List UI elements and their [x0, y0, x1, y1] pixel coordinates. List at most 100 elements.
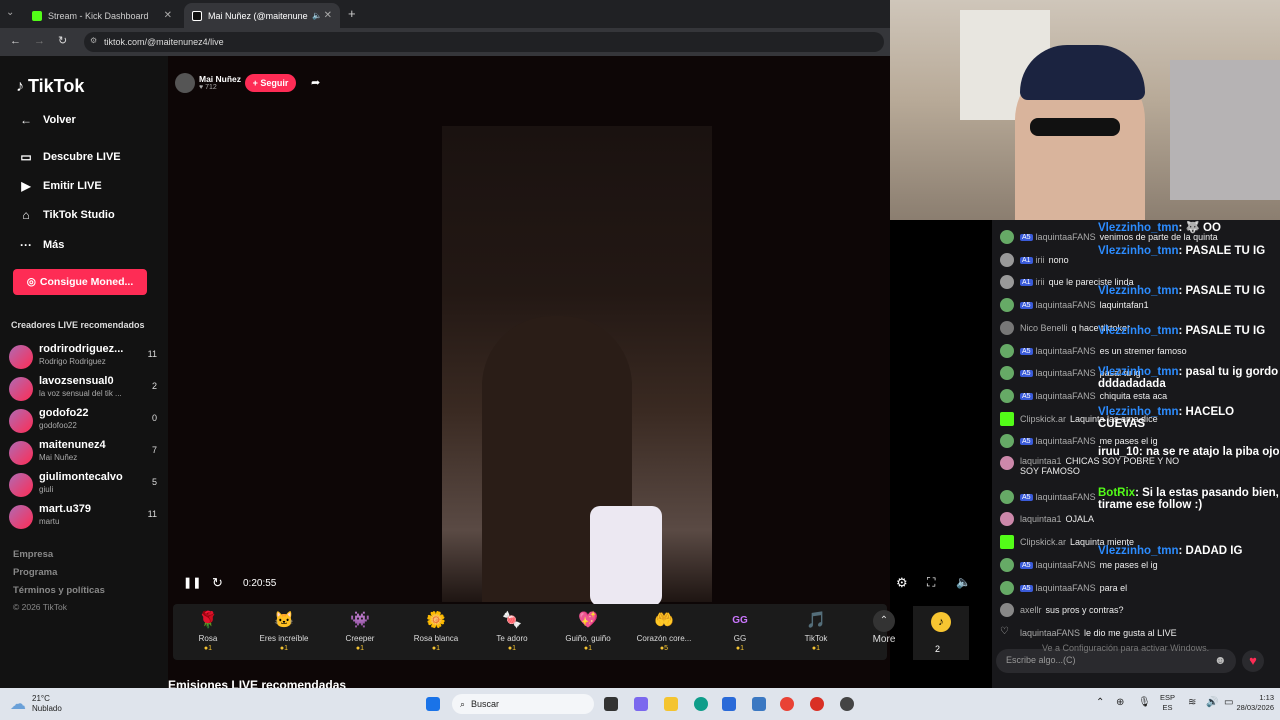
kick-username[interactable]: Vlezzinho_tmn [1098, 222, 1179, 234]
kick-username[interactable]: Vlezzinho_tmn [1098, 366, 1179, 378]
reload-icon[interactable]: ↻ [58, 34, 67, 47]
tab-kick-dashboard[interactable]: Stream - Kick Dashboard ✕ [24, 3, 180, 28]
nav-go-live[interactable]: ▶ Emitir LIVE [16, 179, 101, 193]
creator-item[interactable]: rodrirodriguez... Rodrigo Rodriguez 11 [9, 343, 161, 369]
file-explorer-icon[interactable] [664, 697, 678, 711]
nav-more[interactable]: ··· Más [16, 238, 64, 252]
kick-username[interactable]: Vlezzinho_tmn [1098, 245, 1179, 257]
kick-username[interactable]: Vlezzinho_tmn [1098, 406, 1179, 418]
speaker-icon[interactable]: 🔈 [312, 11, 322, 20]
gift-te-adoro[interactable]: 🍬 Te adoro ●1 [482, 604, 542, 660]
site-info-icon[interactable]: ⚙ [90, 36, 97, 45]
gift-rosa-blanca[interactable]: 🌼 Rosa blanca ●1 [406, 604, 466, 660]
chat-username[interactable]: Clipskick.ar [1020, 414, 1066, 424]
chat-username[interactable]: axellr [1020, 605, 1042, 615]
network-icon[interactable]: ⊕ [1116, 697, 1124, 708]
gift-corazon[interactable]: 🤲 Corazón core... ●5 [634, 604, 694, 660]
chevron-up-icon[interactable]: ⌃ [1096, 697, 1104, 708]
kick-username[interactable]: BotRix [1098, 487, 1135, 499]
chat-username[interactable]: irii [1036, 277, 1045, 287]
weather-widget[interactable]: ☁ 21°C Nublado [10, 694, 62, 714]
kick-username[interactable]: iruu_10 [1098, 446, 1139, 458]
task-view-icon[interactable] [604, 697, 618, 711]
store-icon[interactable] [722, 697, 736, 711]
kick-username[interactable]: Vlezzinho_tmn [1098, 325, 1179, 337]
chat-username[interactable]: laquintaaFANS [1036, 368, 1096, 378]
creator-item[interactable]: godofo22 godofoo22 0 [9, 407, 161, 433]
chat-username[interactable]: laquintaaFANS [1020, 628, 1080, 638]
new-tab-icon[interactable]: + [348, 6, 356, 21]
settings-gear-icon[interactable]: ⚙ [896, 575, 908, 591]
clock[interactable]: 1:13 28/03/2026 [1226, 693, 1274, 713]
chat-username[interactable]: laquintaaFANS [1036, 391, 1096, 401]
kick-username[interactable]: Vlezzinho_tmn [1098, 545, 1179, 557]
speaker-icon[interactable]: 🔊 [1206, 697, 1218, 708]
share-icon[interactable]: ➦ [311, 76, 320, 89]
tab-list-icon[interactable]: ⌄ [6, 7, 14, 18]
chat-username[interactable]: laquintaa1 [1020, 514, 1062, 524]
creator-item[interactable]: lavozsensual0 la voz sensual del tik ...… [9, 375, 161, 401]
footer-link-terms[interactable]: Términos y políticas [13, 585, 105, 596]
address-bar[interactable]: ⚙ tiktok.com/@maitenunez4/live [84, 32, 884, 52]
emoji-icon[interactable]: ☻ [1214, 653, 1227, 667]
language-indicator[interactable]: ESP ES [1160, 693, 1175, 713]
windows-start-icon[interactable] [426, 697, 440, 711]
chat-username[interactable]: laquintaaFANS [1036, 492, 1096, 502]
close-icon[interactable]: ✕ [164, 10, 172, 21]
copilot-icon[interactable] [634, 697, 648, 711]
host-name[interactable]: Mai Nuñez [199, 74, 241, 84]
gift-tiktok[interactable]: 🎵 TikTok ●1 [786, 604, 846, 660]
microphone-icon[interactable]: 🎙 [1138, 697, 1151, 708]
video-stream[interactable] [442, 126, 712, 606]
chat-username[interactable]: laquintaaFANS [1036, 300, 1096, 310]
follow-button[interactable]: + Seguir [245, 74, 296, 92]
taskbar-search[interactable]: ⌕ Buscar [452, 694, 594, 714]
like-heart-icon[interactable]: ♥ [1242, 650, 1264, 672]
avatar[interactable] [175, 73, 195, 93]
chat-message: A1 irii nono [1000, 253, 1069, 267]
weather-temp: 21°C [32, 694, 50, 703]
obs-icon[interactable] [840, 697, 854, 711]
gift-eres-increible[interactable]: 🐱 Eres increíble ●1 [254, 604, 314, 660]
chat-username[interactable]: laquintaa1 [1020, 456, 1062, 466]
footer-link-company[interactable]: Empresa [13, 549, 53, 560]
chat-username[interactable]: laquintaaFANS [1036, 436, 1096, 446]
edge-icon[interactable] [694, 697, 708, 711]
tiktok-logo[interactable]: ♪ TikTok [16, 76, 84, 97]
creator-item[interactable]: mart.u379 martu 11 [9, 503, 161, 529]
volume-icon[interactable]: 🔈 [956, 575, 971, 589]
back-arrow-icon[interactable]: ← [10, 35, 21, 47]
chat-username[interactable]: laquintaaFANS [1036, 232, 1096, 242]
gift-creeper[interactable]: 👾 Creeper ●1 [330, 604, 390, 660]
pause-icon[interactable]: ❚❚ [183, 576, 201, 589]
get-coins-button[interactable]: ◎ Consigue Moned... [13, 269, 147, 295]
creator-item[interactable]: maitenunez4 Mai Nuñez 7 [9, 439, 161, 465]
close-icon[interactable]: ✕ [324, 10, 332, 21]
recorder-icon[interactable] [810, 697, 824, 711]
chat-username[interactable]: irii [1036, 255, 1045, 265]
kick-username[interactable]: Vlezzinho_tmn [1098, 285, 1179, 297]
nav-tiktok-studio[interactable]: ⌂ TikTok Studio [16, 208, 114, 222]
creator-item[interactable]: giulimontecalvo giuli 5 [9, 471, 161, 497]
chat-username[interactable]: laquintaaFANS [1036, 346, 1096, 356]
tab-tiktok-live[interactable]: Mai Nuñez (@maitenunez4 🔈 ✕ [184, 3, 340, 28]
chat-username[interactable]: laquintaaFANS [1036, 560, 1096, 570]
fullscreen-icon[interactable]: ⛶ [927, 575, 935, 590]
outlook-icon[interactable] [752, 697, 766, 711]
more-gifts-button[interactable]: ⌃ More [854, 604, 914, 660]
nav-discover-live[interactable]: ▭ Descubre LIVE [16, 150, 120, 164]
refresh-icon[interactable]: ↻ [212, 575, 223, 591]
wifi-icon[interactable]: ≋ [1188, 697, 1196, 708]
chat-username[interactable]: Nico Benelli [1020, 323, 1068, 333]
chat-username[interactable]: Clipskick.ar [1020, 537, 1066, 547]
cat-icon: 🐱 [274, 612, 294, 629]
coin-balance[interactable]: ♪ 2 [913, 606, 969, 660]
footer-link-program[interactable]: Programa [13, 567, 57, 578]
gift-guino[interactable]: 💖 Guiño, guiño ●1 [558, 604, 618, 660]
chat-username[interactable]: laquintaaFANS [1036, 583, 1096, 593]
chrome-icon[interactable] [780, 697, 794, 711]
gift-gg[interactable]: GG GG ●1 [710, 604, 770, 660]
forward-arrow-icon[interactable]: → [34, 35, 45, 47]
gift-rosa[interactable]: 🌹 Rosa ●1 [178, 604, 238, 660]
back-link[interactable]: ← Volver [16, 113, 76, 127]
